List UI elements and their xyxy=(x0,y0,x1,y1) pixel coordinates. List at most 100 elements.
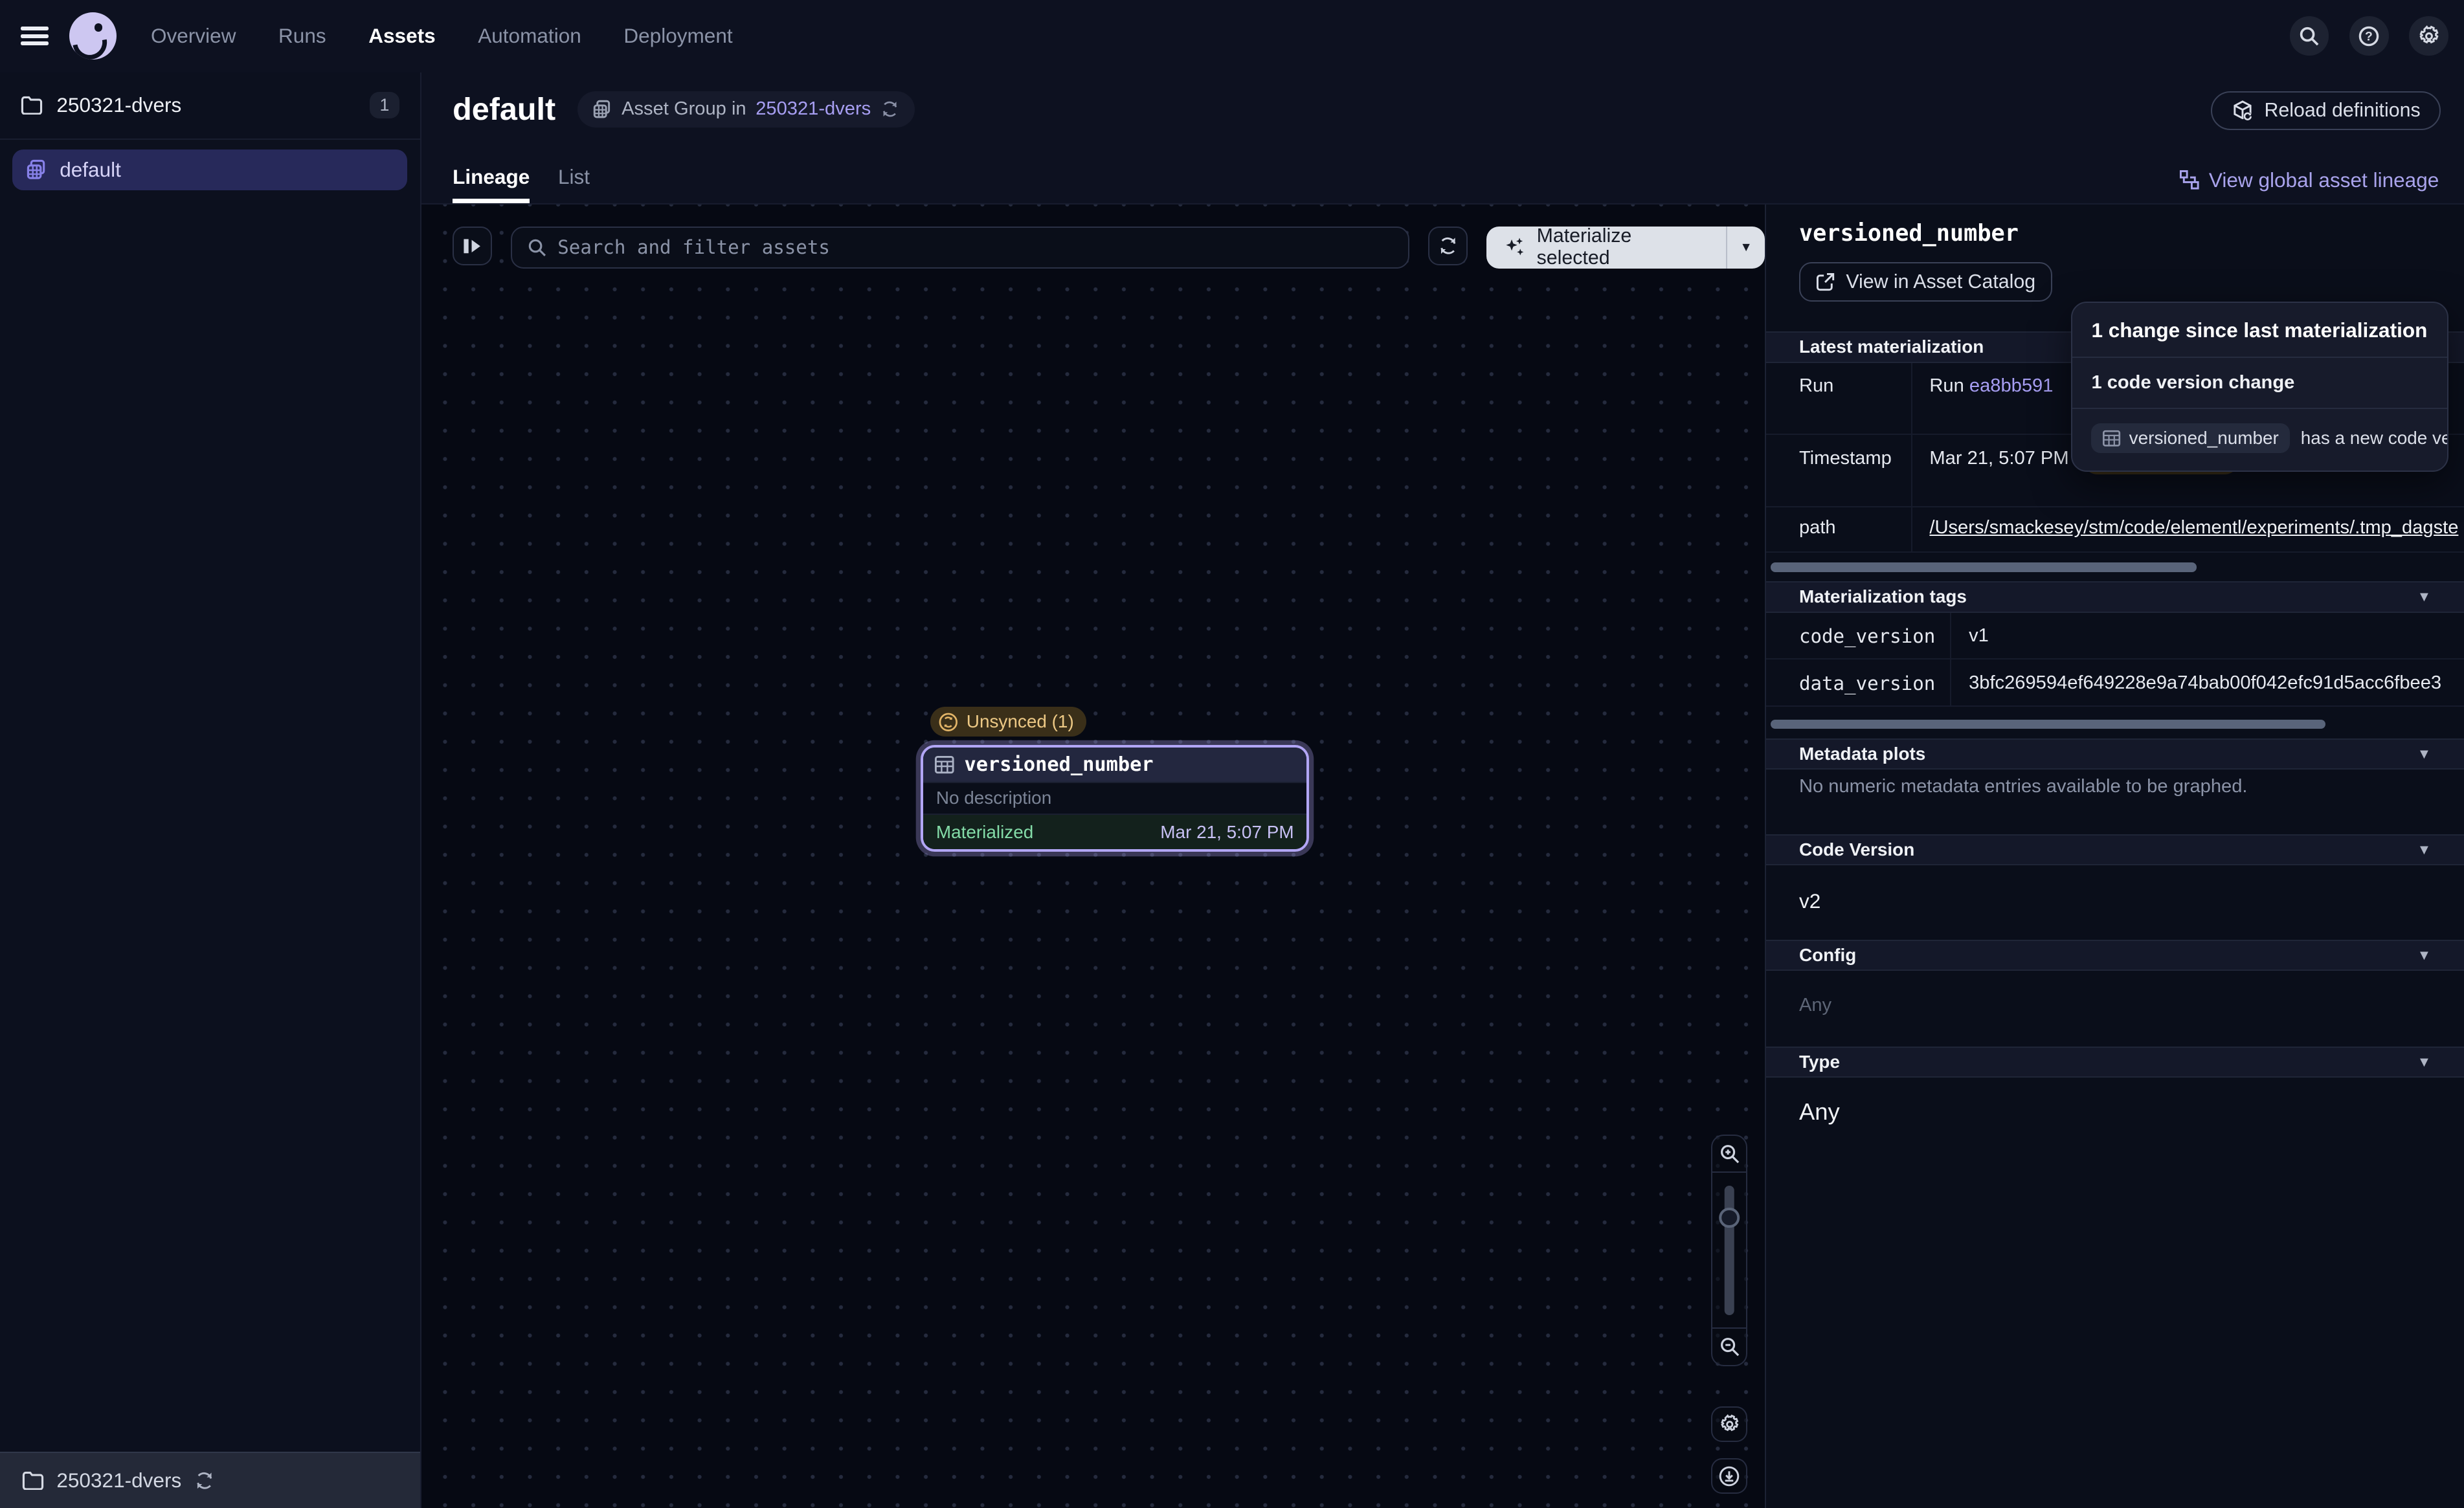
page-title: default xyxy=(453,91,555,128)
search-icon xyxy=(528,238,546,257)
materialize-options-dropdown[interactable]: ▼ xyxy=(1727,227,1765,269)
page-header: default Asset Group in 250321-dvers Relo… xyxy=(421,72,2464,205)
asset-details-title: versioned_number xyxy=(1799,220,2019,247)
expand-sidebar-panel-icon[interactable] xyxy=(453,227,492,266)
row-path: path /Users/smackesey/stm/code/elementl/… xyxy=(1766,507,2464,553)
path-row-value: /Users/smackesey/stm/code/elementl/exper… xyxy=(1912,507,2464,551)
reload-definitions-icon xyxy=(2232,100,2254,122)
code-version-tag-value: v1 xyxy=(1951,613,2464,659)
collapse-chevron-icon[interactable]: ▼ xyxy=(2417,746,2432,762)
run-row-label: Run xyxy=(1766,363,1912,434)
search-icon[interactable] xyxy=(2290,16,2329,56)
horizontal-scrollbar[interactable] xyxy=(1771,562,2197,572)
nav-automation[interactable]: Automation xyxy=(478,24,581,48)
search-input[interactable] xyxy=(557,236,1393,258)
dagster-logo[interactable] xyxy=(69,12,117,60)
asset-node-title: versioned_number xyxy=(965,753,1154,776)
node-unsynced-badge[interactable]: Unsynced (1) xyxy=(930,707,1086,737)
zoom-in-icon[interactable] xyxy=(1712,1136,1746,1172)
section-metadata-plots: Metadata plots ▼ xyxy=(1766,738,2464,770)
folder-icon xyxy=(21,96,43,115)
nav-deployment[interactable]: Deployment xyxy=(623,24,732,48)
code-version-tag-label: code_version xyxy=(1766,613,1951,659)
asset-group-badge-link[interactable]: 250321-dvers xyxy=(756,98,871,120)
path-row-label: path xyxy=(1766,507,1912,551)
sidebar-item-label: default xyxy=(60,158,121,182)
asset-groups-sidebar: 250321-dvers 1 default 250321-dvers xyxy=(0,72,421,1508)
section-code-version: Code Version ▼ xyxy=(1766,834,2464,866)
data-version-tag-label: data_version xyxy=(1766,660,1951,705)
zoom-out-icon[interactable] xyxy=(1712,1329,1746,1365)
collapse-chevron-icon[interactable]: ▼ xyxy=(2417,841,2432,858)
section-code-version-title: Code Version xyxy=(1799,839,2417,860)
view-tabs: Lineage List xyxy=(453,165,590,203)
sync-icon[interactable] xyxy=(194,1470,215,1491)
hamburger-menu-button[interactable] xyxy=(0,0,69,72)
graph-settings-gear-icon[interactable] xyxy=(1711,1406,1747,1443)
asset-group-badge[interactable]: Asset Group in 250321-dvers xyxy=(577,91,915,128)
tooltip-change-row: versioned_number has a new code version xyxy=(2072,409,2447,471)
reload-definitions-button[interactable]: Reload definitions xyxy=(2211,91,2440,131)
materialize-selected-button[interactable]: Materialize selected xyxy=(1486,227,1726,269)
asset-node-description: No description xyxy=(923,782,1306,815)
run-prefix: Run xyxy=(1929,375,1964,396)
collapse-chevron-icon[interactable]: ▼ xyxy=(2417,1054,2432,1070)
settings-gear-icon[interactable] xyxy=(2409,16,2448,56)
refresh-icon xyxy=(1438,236,1459,256)
asset-group-icon xyxy=(593,100,612,118)
node-unsynced-label: Unsynced (1) xyxy=(967,711,1074,732)
config-value: Any xyxy=(1799,995,1831,1016)
change-since-materialization-tooltip: 1 change since last materialization 1 co… xyxy=(2071,302,2448,472)
table-icon xyxy=(934,755,955,774)
lineage-graph-canvas[interactable]: Materialize selected ▼ Unsynced (1) vers… xyxy=(421,205,1765,1508)
sidebar-item-default[interactable]: default xyxy=(12,150,407,190)
row-code-version-tag: code_version v1 xyxy=(1766,613,2464,660)
tooltip-title: 1 change since last materialization xyxy=(2072,303,2447,358)
asset-search-box xyxy=(511,227,1409,269)
data-version-tag-value: 3bfc269594ef649228e9a74bab00f042efc91d5a… xyxy=(1951,660,2464,705)
asset-node-versioned-number[interactable]: versioned_number No description Material… xyxy=(921,745,1309,852)
svg-text:?: ? xyxy=(2365,29,2373,43)
download-graph-icon[interactable] xyxy=(1711,1458,1747,1494)
materialize-selected-split-button: Materialize selected ▼ xyxy=(1486,227,1765,269)
view-global-asset-lineage-link[interactable]: View global asset lineage xyxy=(2179,168,2439,192)
tooltip-asset-pill[interactable]: versioned_number xyxy=(2091,423,2289,454)
section-tags-title: Materialization tags xyxy=(1799,586,2417,607)
run-id-link[interactable]: ea8bb591 xyxy=(1969,375,2054,396)
reload-definitions-label: Reload definitions xyxy=(2265,100,2421,122)
sidebar-group-row[interactable]: 250321-dvers 1 xyxy=(0,72,420,140)
help-icon[interactable]: ? xyxy=(2349,16,2389,56)
nav-assets[interactable]: Assets xyxy=(368,24,435,48)
tooltip-asset-name: versioned_number xyxy=(2129,428,2279,449)
external-link-icon xyxy=(1816,272,1835,291)
section-type-title: Type xyxy=(1799,1052,2417,1072)
refresh-graph-button[interactable] xyxy=(1428,227,1468,266)
tab-list[interactable]: List xyxy=(558,165,590,203)
view-global-asset-lineage-label: View global asset lineage xyxy=(2209,168,2439,192)
nav-runs[interactable]: Runs xyxy=(278,24,326,48)
sync-icon[interactable] xyxy=(880,100,899,118)
sidebar-footer[interactable]: 250321-dvers xyxy=(0,1452,420,1508)
tab-lineage[interactable]: Lineage xyxy=(453,165,530,203)
unsynced-icon xyxy=(938,712,959,733)
nav-overview[interactable]: Overview xyxy=(151,24,236,48)
collapse-chevron-icon[interactable]: ▼ xyxy=(2417,947,2432,964)
asset-node-timestamp: Mar 21, 5:07 PM xyxy=(1160,822,1294,843)
app-root: Overview Runs Assets Automation Deployme… xyxy=(0,0,2464,1508)
code-version-value: v2 xyxy=(1799,889,1820,913)
zoom-control xyxy=(1711,1135,1747,1366)
collapse-chevron-icon[interactable]: ▼ xyxy=(2417,588,2432,605)
section-config: Config ▼ xyxy=(1766,940,2464,971)
zoom-slider-thumb[interactable] xyxy=(1719,1208,1740,1228)
tooltip-message: has a new code version xyxy=(2301,428,2448,449)
sidebar-group-count-badge: 1 xyxy=(370,92,399,118)
lineage-icon xyxy=(2179,170,2200,190)
folder-icon xyxy=(22,1471,44,1490)
type-value: Any xyxy=(1799,1098,1840,1125)
path-link[interactable]: /Users/smackesey/stm/code/elementl/exper… xyxy=(1929,517,2458,538)
tooltip-subtitle: 1 code version change xyxy=(2072,358,2447,409)
horizontal-scrollbar[interactable] xyxy=(1771,720,2325,729)
zoom-slider[interactable] xyxy=(1712,1171,1746,1329)
metadata-plots-empty-text: No numeric metadata entries available to… xyxy=(1799,776,2248,797)
view-in-asset-catalog-button[interactable]: View in Asset Catalog xyxy=(1799,262,2052,302)
